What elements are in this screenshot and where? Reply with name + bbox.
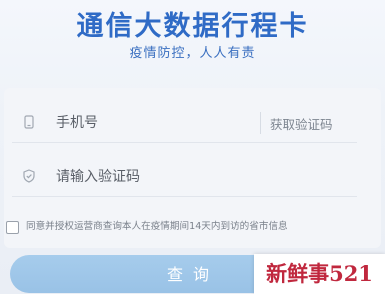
get-code-button[interactable]: 获取验证码 — [270, 114, 333, 133]
page: 通信大数据行程卡 疫情防控，人人有责 获取验证码 同意并授权运营商查询本人在疫情… — [0, 0, 385, 294]
page-title: 通信大数据行程卡 — [76, 11, 309, 42]
shield-icon — [23, 169, 35, 183]
phone-icon — [24, 115, 34, 129]
phone-row-divider — [260, 112, 261, 134]
code-input[interactable] — [56, 166, 336, 188]
agreement-row: 同意并授权运营商查询本人在疫情期间14天内到访的省市信息 — [6, 219, 381, 235]
phone-input[interactable] — [56, 112, 246, 134]
page-subtitle: 疫情防控，人人有责 — [129, 46, 256, 61]
code-row — [12, 158, 357, 197]
agreement-text: 同意并授权运营商查询本人在疫情期间14天内到访的省市信息 — [26, 221, 288, 232]
agreement-checkbox[interactable] — [6, 221, 19, 234]
phone-row: 获取验证码 — [12, 104, 357, 143]
watermark: 新鲜事521 — [254, 254, 385, 294]
